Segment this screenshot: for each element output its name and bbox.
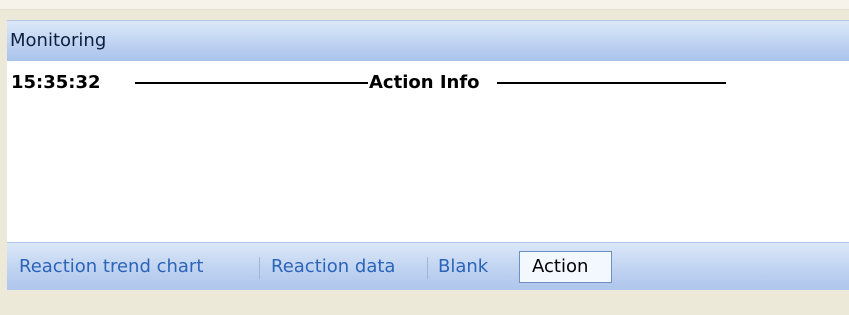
panel-title: Monitoring <box>10 30 107 51</box>
tab-reaction-trend-chart[interactable]: Reaction trend chart <box>19 256 203 277</box>
log-divider-left <box>135 82 368 84</box>
log-area: 15:35:32 Action Info <box>7 61 849 242</box>
tab-blank[interactable]: Blank <box>438 256 488 277</box>
window-top-strip <box>0 0 849 10</box>
log-entry: 15:35:32 Action Info <box>11 72 726 94</box>
log-timestamp: 15:35:32 <box>11 72 101 93</box>
log-heading: Action Info <box>369 72 480 93</box>
tab-separator <box>259 257 260 279</box>
tab-reaction-data[interactable]: Reaction data <box>271 256 395 277</box>
tab-action[interactable]: Action <box>519 251 612 283</box>
tab-bar: Reaction trend chart Reaction data Blank… <box>7 242 849 290</box>
monitoring-panel: Monitoring 15:35:32 Action Info Reaction… <box>7 20 849 290</box>
log-divider-right <box>497 82 726 84</box>
tab-action-label: Action <box>532 256 589 277</box>
tab-separator <box>427 257 428 279</box>
panel-header: Monitoring <box>7 20 849 61</box>
